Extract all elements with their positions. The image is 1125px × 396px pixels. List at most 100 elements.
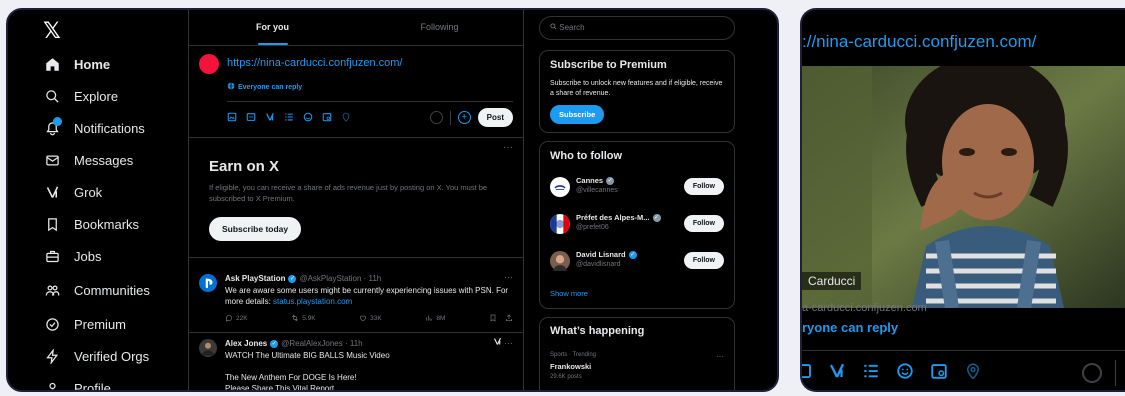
avatar[interactable] [199,274,217,292]
tweet[interactable]: Ask PlayStation ✓ @AskPlayStation · 11h … [189,268,523,333]
zoomed-url-text: ://nina-carducci.confjuzen.com/ [802,32,1037,51]
avatar[interactable] [199,54,219,74]
account-name: David Lisnard ✓ [576,250,637,259]
subscribe-today-button[interactable]: Subscribe today [209,217,302,241]
author-name[interactable]: Ask PlayStation [225,274,285,283]
location-icon[interactable] [964,362,982,385]
earn-title: Earn on X [209,158,280,175]
emoji-icon[interactable] [896,362,914,385]
repost-count: 5.9K [302,314,316,322]
who-to-follow-card: Who to follow Cannes ✓ @villecannes Follo… [539,141,735,309]
tweet-link[interactable]: status.playstation.com [273,297,352,306]
sidebar-item-explore[interactable]: Explore [44,84,118,108]
author-name[interactable]: Alex Jones [225,339,267,348]
sidebar-item-verified-orgs[interactable]: Verified Orgs [44,344,149,368]
avatar[interactable] [550,251,570,271]
trend-name[interactable]: Frankowski [550,362,591,371]
like-button[interactable]: 33K [359,314,382,322]
account-name-text: Préfet des Alpes-M... [576,213,650,222]
sidebar-item-messages[interactable]: Messages [44,148,133,172]
grok-more-actions[interactable]: ··· [493,337,513,348]
poll-icon[interactable] [862,362,880,385]
sidebar-item-grok[interactable]: Grok [44,180,102,204]
reply-count: 22K [236,314,248,322]
sidebar-item-premium[interactable]: Premium [44,312,126,336]
follow-button[interactable]: Follow [683,252,724,269]
verified-badge-icon: ✓ [628,250,637,259]
sidebar-item-profile[interactable]: Profile [44,376,111,390]
like-count: 33K [370,314,382,322]
tweet[interactable]: Alex Jones ✓ @RealAlexJones · 11h ··· WA… [189,333,523,390]
schedule-icon[interactable] [930,362,948,385]
repost-button[interactable]: 5.9K [291,314,316,322]
grok-icon [493,337,501,345]
zoomed-preview-panel: ://nina-carducci.confjuzen.com/ Carducci… [800,8,1125,392]
compose-input[interactable]: https://nina-carducci.confjuzen.com/ [227,57,402,69]
image-icon[interactable] [227,112,237,124]
sidebar: 𝕏 Home Explore Notifications Messages Gr… [8,10,188,390]
tab-following[interactable]: Following [356,10,523,45]
share-icons [489,314,513,322]
more-icon[interactable]: ··· [503,142,513,153]
subscribe-button[interactable]: Subscribe [550,105,605,124]
sidebar-item-label: Verified Orgs [74,348,150,364]
sidebar-item-notifications[interactable]: Notifications [44,116,145,140]
reply-setting[interactable]: Everyone can reply [227,82,302,92]
show-more-link[interactable]: Show more [550,289,588,298]
follow-suggestion[interactable]: Préfet des Alpes-M... ✓ @prefet06 Follow [550,211,724,237]
tweet-line: The New Anthem For DOGE Is Here! [225,373,357,382]
bookmark-icon [490,314,496,322]
sidebar-item-home[interactable]: Home [44,52,110,76]
gif-icon[interactable] [246,112,256,124]
follow-suggestion[interactable]: Cannes ✓ @villecannes Follow [550,174,724,200]
grok-icon[interactable] [265,112,275,124]
post-button[interactable]: Post [477,108,513,127]
globe-icon [227,82,235,92]
divider [802,350,1125,351]
home-icon [44,56,60,72]
author-meta: @RealAlexJones · 11h [281,339,363,348]
sidebar-item-label: Jobs [74,248,102,264]
sidebar-item-communities[interactable]: Communities [44,278,150,302]
reply-setting[interactable]: ryone can reply [802,320,898,335]
more-icon[interactable]: ··· [716,352,724,361]
tweet-text: WATCH The Ultimate BIG BALLS Music Video… [225,350,513,390]
bell-icon [44,117,62,136]
whats-happening-title: What’s happening [550,325,645,337]
x-logo-icon[interactable]: 𝕏 [43,18,61,44]
more-icon[interactable]: ··· [504,272,513,282]
sidebar-item-bookmarks[interactable]: Bookmarks [44,212,139,236]
follow-suggestion[interactable]: David Lisnard ✓ @davidlisnard Follow [550,248,724,274]
add-post-button[interactable]: + [457,111,471,124]
verified-badge-icon: ✓ [270,339,279,348]
avatar[interactable] [550,214,570,234]
sidebar-item-label: Premium [74,316,127,332]
avatar[interactable] [550,177,570,197]
emoji-icon[interactable] [303,112,313,124]
follow-button[interactable]: Follow [683,178,724,195]
main-screenshot-panel: 𝕏 Home Explore Notifications Messages Gr… [6,8,779,392]
tweet-line: WATCH The Ultimate BIG BALLS Music Video [225,351,390,360]
location-icon[interactable] [341,112,351,124]
earn-description: If eligible, you can receive a share of … [209,183,488,203]
account-handle: @villecannes [576,187,618,194]
premium-title: Subscribe to Premium [550,59,667,71]
sidebar-item-label: Communities [74,282,150,298]
schedule-icon[interactable] [322,112,332,124]
tweet-header: Ask PlayStation ✓ @AskPlayStation · 11h [225,274,381,283]
verified-badge-icon: ✓ [606,176,615,185]
who-to-follow-title: Who to follow [550,150,623,162]
sidebar-item-label: Notifications [74,120,145,136]
tab-for-you[interactable]: For you [189,10,356,45]
poll-icon[interactable] [284,112,294,124]
tweet-header: Alex Jones ✓ @RealAlexJones · 11h [225,339,363,348]
gif-icon[interactable] [802,362,812,385]
grok-icon[interactable] [828,362,846,385]
reply-button[interactable]: 22K [225,314,248,322]
views-button[interactable]: 8M [425,314,445,322]
trend-category: Sports · Trending [550,352,597,358]
sidebar-item-jobs[interactable]: Jobs [44,244,101,268]
search-input[interactable]: Search [539,16,735,40]
follow-button[interactable]: Follow [683,215,724,232]
avatar[interactable] [199,339,217,357]
